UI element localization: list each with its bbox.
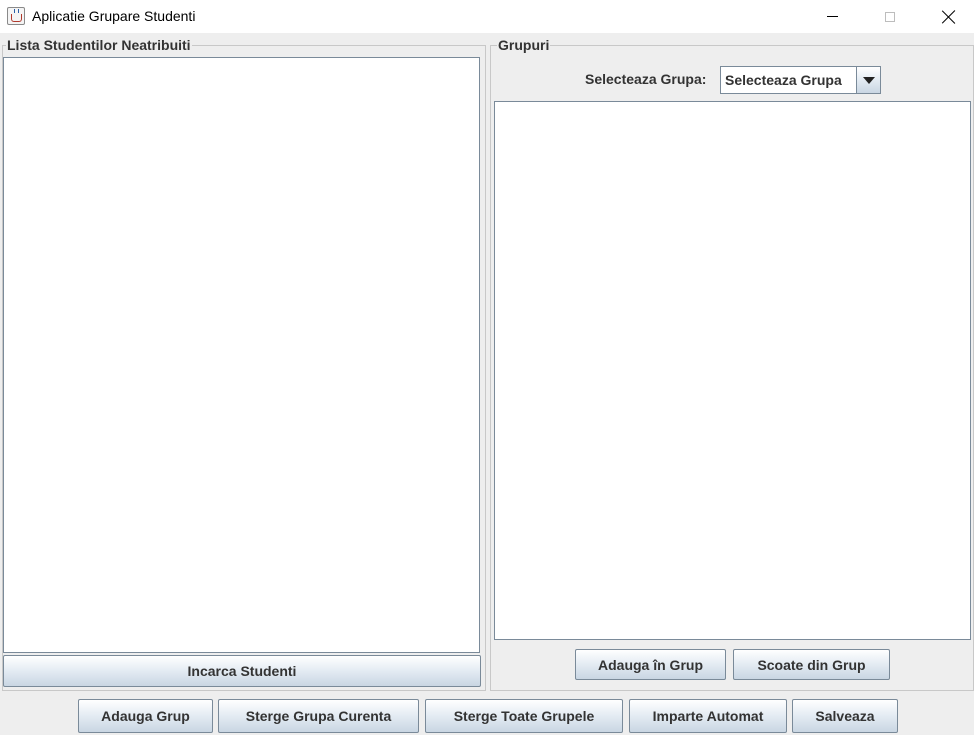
close-button[interactable] — [926, 0, 972, 33]
group-select-value: Selecteaza Grupa — [725, 72, 842, 88]
remove-from-group-button[interactable]: Scoate din Grup — [733, 649, 890, 680]
add-group-button[interactable]: Adauga Grup — [78, 699, 213, 733]
unassigned-students-title: Lista Studentilor Neatribuiti — [6, 37, 192, 53]
maximize-icon — [885, 11, 895, 22]
window-title: Aplicatie Grupare Studenti — [32, 8, 196, 24]
maximize-button[interactable] — [867, 0, 913, 33]
delete-current-group-button[interactable]: Sterge Grupa Curenta — [218, 699, 419, 733]
select-group-label: Selecteaza Grupa: — [585, 71, 707, 87]
minimize-icon — [826, 16, 838, 17]
save-button[interactable]: Salveaza — [792, 699, 898, 733]
groups-title: Grupuri — [497, 37, 551, 53]
auto-split-button[interactable]: Imparte Automat — [629, 699, 787, 733]
java-cup-icon — [7, 7, 25, 25]
group-select-dropdown[interactable]: Selecteaza Grupa — [720, 66, 881, 94]
dropdown-arrow-button[interactable] — [856, 67, 880, 93]
unassigned-students-list[interactable] — [3, 57, 480, 653]
chevron-down-icon — [862, 76, 875, 84]
minimize-button[interactable] — [809, 0, 855, 33]
group-members-list[interactable] — [494, 101, 971, 640]
load-students-button[interactable]: Incarca Studenti — [3, 655, 481, 687]
close-icon — [942, 10, 956, 24]
delete-all-groups-button[interactable]: Sterge Toate Grupele — [425, 699, 623, 733]
add-to-group-button[interactable]: Adauga în Grup — [575, 649, 726, 680]
title-bar: Aplicatie Grupare Studenti — [0, 0, 974, 33]
